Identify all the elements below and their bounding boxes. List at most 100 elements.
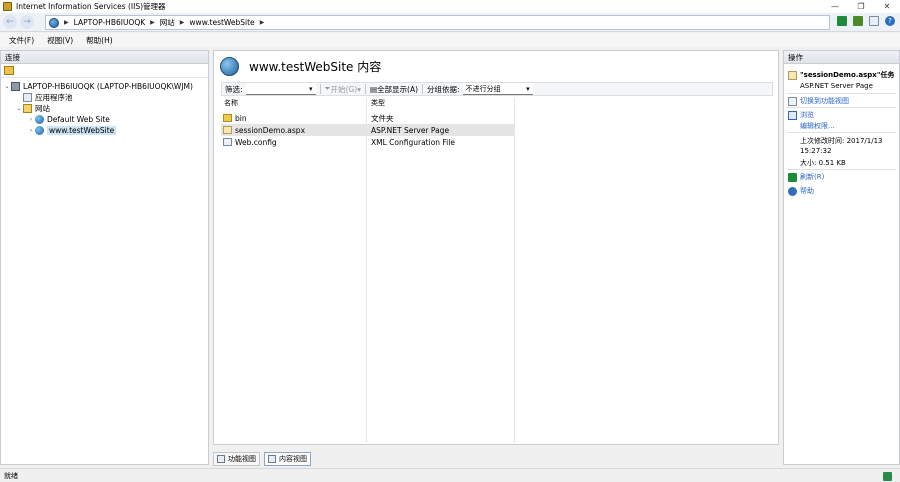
tab-content-label: 内容视图 (279, 455, 307, 463)
item-type: 文件夹 (371, 113, 394, 123)
chevron-right-icon: ▶ (150, 19, 155, 26)
show-all-label: 全部显示(A) (377, 84, 419, 94)
menu-bar: 文件(F) 视图(V) 帮助(H) (0, 33, 900, 47)
maximize-button[interactable]: ❐ (848, 0, 874, 13)
connections-toolbar (1, 64, 208, 78)
column-header-type[interactable]: 类型 (371, 98, 385, 109)
switch-to-features-link[interactable]: 切换到功能视图 (788, 96, 849, 106)
task-title: "sessionDemo.aspx"任务 (788, 70, 894, 80)
tree-label-sites: 网站 (35, 104, 50, 113)
item-name: bin (235, 113, 247, 123)
tab-features-view[interactable]: 功能视图 (213, 452, 260, 466)
start-filter-label: 开始(G) (330, 84, 358, 94)
website-globe-icon (35, 126, 44, 135)
breadcrumb[interactable]: ▶ LAPTOP-HB6IUOQK ▶ 网站 ▶ www.testWebSite… (45, 15, 830, 30)
tree-node-sites[interactable]: ⌄ 网站 (15, 103, 50, 114)
column-name-area (221, 98, 367, 443)
list-item[interactable]: bin 文件夹 (221, 112, 515, 124)
group-by-label: 分组依据: (427, 84, 460, 94)
page-title: www.testWebSite 内容 (249, 60, 382, 74)
tree-label-app-pools: 应用程序池 (35, 93, 73, 102)
aspx-file-icon (223, 126, 232, 134)
tab-content-view[interactable]: 内容视图 (264, 452, 311, 466)
collapse-icon[interactable]: ⌄ (3, 83, 11, 90)
chevron-right-icon: ▶ (64, 19, 69, 26)
help-link[interactable]: 帮助 (788, 186, 814, 196)
actions-pane: 操作 "sessionDemo.aspx"任务 ASP.NET Server P… (783, 50, 900, 465)
browse-link[interactable]: 浏览 (788, 110, 814, 120)
breadcrumb-sites[interactable]: 网站 (160, 17, 175, 28)
features-view-icon (217, 455, 225, 463)
start-filter-button[interactable]: ⏷ 开始(G) ▾ (325, 82, 361, 96)
chevron-down-icon: ▾ (526, 84, 530, 93)
refresh-icon[interactable] (837, 16, 847, 26)
refresh-link[interactable]: 刷新(R) (788, 172, 824, 182)
tree-node-app-pools[interactable]: 应用程序池 (15, 92, 73, 103)
tree-label-server: LAPTOP-HB6IUOQK (LAPTOP-HB6IUOQK\WJM) (23, 82, 193, 91)
help-icon (788, 186, 797, 196)
group-by-value: 不进行分组 (465, 84, 501, 93)
tree-node-test-site[interactable]: › www.testWebSite (27, 125, 117, 136)
last-modified: 上次修改时间: 2017/1/13 (800, 137, 883, 145)
collapse-icon[interactable]: ⌄ (15, 105, 23, 112)
group-by-select[interactable]: 不进行分组 ▾ (462, 83, 533, 95)
help-icon[interactable]: ? (885, 16, 895, 26)
content-view: www.testWebSite 内容 筛选: ▾ ⏷ 开始(G) ▾ ▤ 全部显… (213, 50, 779, 445)
expand-icon[interactable]: › (27, 127, 35, 134)
breadcrumb-server[interactable]: LAPTOP-HB6IUOQK (74, 18, 146, 27)
tab-features-label: 功能视图 (228, 455, 256, 463)
content-header: www.testWebSite 内容 (220, 57, 381, 76)
item-type: ASP.NET Server Page (371, 125, 450, 135)
browse-icon (788, 110, 797, 120)
content-view-icon (268, 455, 276, 463)
window-title: Internet Information Services (IIS)管理器 (16, 2, 166, 11)
refresh-label: 刷新(R) (800, 173, 825, 181)
aspx-file-icon (788, 70, 797, 80)
menu-help[interactable]: 帮助(H) (86, 35, 113, 46)
features-view-icon (788, 96, 797, 106)
iis-app-icon (3, 2, 12, 11)
website-globe-icon (220, 57, 239, 76)
expand-icon[interactable]: › (27, 116, 35, 123)
server-icon (11, 82, 20, 91)
forward-button[interactable]: → (20, 15, 34, 29)
stop-icon[interactable] (853, 16, 863, 26)
back-button[interactable]: ← (3, 15, 17, 29)
globe-icon (49, 17, 59, 28)
add-connection-icon[interactable] (4, 66, 14, 75)
menu-file[interactable]: 文件(F) (9, 35, 34, 46)
sites-folder-icon (23, 104, 32, 113)
chevron-right-icon: ▶ (259, 19, 265, 26)
connections-pane: 连接 ⌄ LAPTOP-HB6IUOQK (LAPTOP-HB6IUOQK\WJ… (0, 50, 209, 465)
task-title-text: "sessionDemo.aspx"任务 (800, 71, 895, 79)
edit-permissions-link[interactable]: 编辑权限... (800, 121, 835, 131)
column-header-name[interactable]: 名称 (224, 98, 238, 109)
home-icon[interactable] (869, 16, 879, 26)
show-all-button[interactable]: ▤ 全部显示(A) (370, 82, 418, 96)
tree-node-server[interactable]: ⌄ LAPTOP-HB6IUOQK (LAPTOP-HB6IUOQK\WJM) (3, 81, 193, 92)
browse-label: 浏览 (800, 111, 814, 119)
task-type: ASP.NET Server Page (800, 82, 873, 90)
filter-input[interactable]: ▾ (245, 83, 316, 95)
network-status-icon (883, 472, 892, 481)
file-size: 大小: 0.51 KB (800, 159, 846, 167)
switch-view-label: 切换到功能视图 (800, 97, 849, 105)
connections-header: 连接 (1, 51, 208, 64)
close-button[interactable]: ✕ (874, 0, 900, 13)
list-item-selected[interactable]: sessionDemo.aspx ASP.NET Server Page (221, 124, 515, 136)
tree-node-default-site[interactable]: › Default Web Site (27, 114, 110, 125)
list-item[interactable]: Web.config XML Configuration File (221, 136, 515, 148)
column-type-area (367, 98, 515, 443)
config-file-icon (223, 138, 232, 146)
app-pool-icon (23, 93, 32, 102)
menu-view[interactable]: 视图(V) (47, 35, 73, 46)
breadcrumb-site[interactable]: www.testWebSite (189, 18, 254, 27)
address-bar: ← → ▶ LAPTOP-HB6IUOQK ▶ 网站 ▶ www.testWeb… (0, 13, 900, 32)
window-controls: — ❐ ✕ (822, 0, 900, 13)
website-globe-icon (35, 115, 44, 124)
view-tabs: 功能视图 内容视图 (213, 451, 311, 467)
refresh-icon (788, 172, 797, 182)
minimize-button[interactable]: — (822, 0, 848, 13)
title-bar: Internet Information Services (IIS)管理器 —… (0, 0, 900, 13)
item-name: Web.config (235, 137, 277, 147)
